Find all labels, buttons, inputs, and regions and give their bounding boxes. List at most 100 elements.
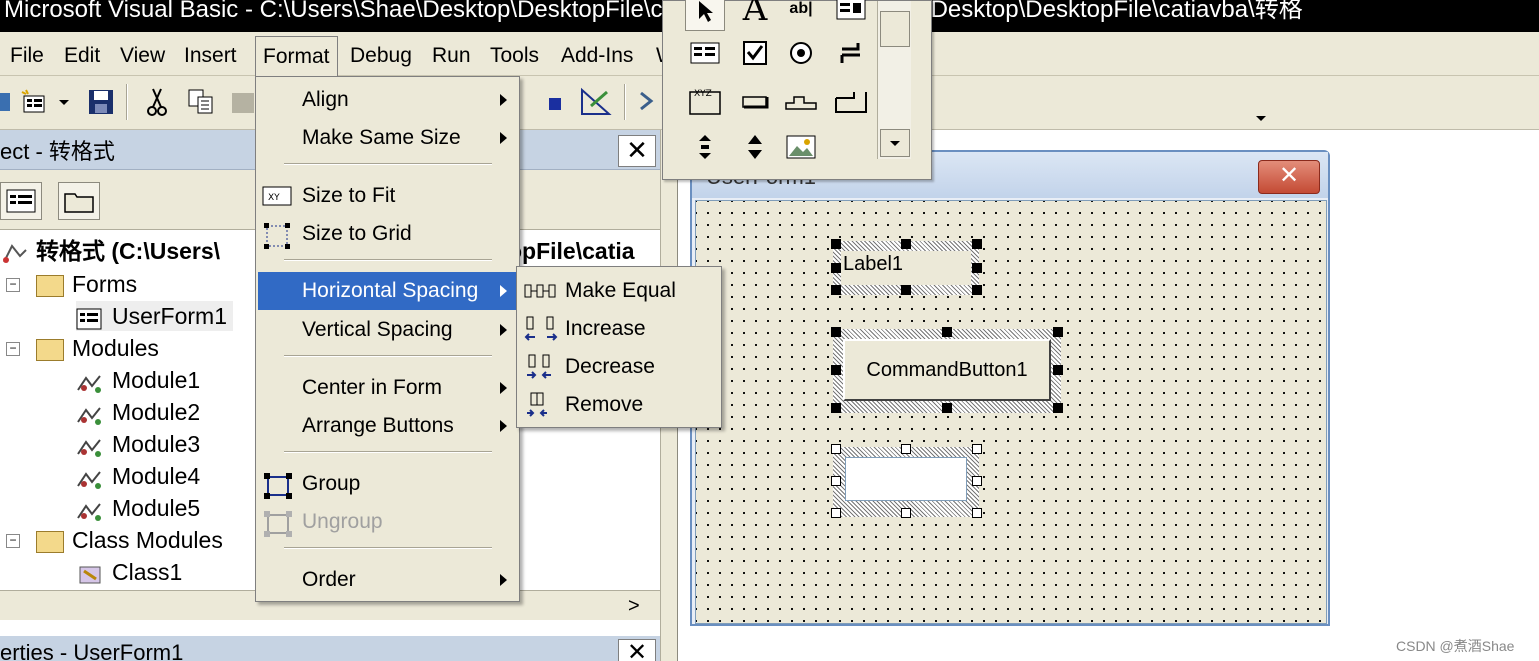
textbox-tool-icon[interactable]: ab| [781,0,821,29]
resize-handle[interactable] [1053,327,1063,337]
tree-item-module4[interactable]: Module4 [76,461,200,491]
toolbox-scrollbar[interactable] [877,1,911,159]
label1-control[interactable]: Label1 [841,251,971,285]
tree-folder-class-modules[interactable]: Class Modules [36,525,223,555]
toggle-folders-icon[interactable] [58,182,100,220]
label-tool-icon[interactable]: A [735,0,775,29]
close-properties-button[interactable]: ✕ [618,639,656,661]
scroll-right-icon[interactable]: > [628,595,640,618]
resize-handle[interactable] [942,327,952,337]
menu-file[interactable]: File [6,41,48,71]
menu-debug[interactable]: Debug [346,41,416,71]
view-object-icon[interactable] [0,182,42,220]
copy-icon[interactable] [186,86,216,118]
menu-item-vertical-spacing[interactable]: Vertical Spacing [258,311,517,349]
resize-handle[interactable] [901,239,911,249]
tree-item-module5[interactable]: Module5 [76,493,200,523]
commandbutton1-control[interactable]: CommandButton1 [843,339,1051,401]
close-project-explorer-button[interactable]: ✕ [618,135,656,167]
resize-handle[interactable] [972,508,982,518]
menu-item-size-to-fit[interactable]: XY Size to Fit [258,177,517,215]
resize-handle[interactable] [901,285,911,295]
image-tool-icon[interactable] [781,127,821,167]
spinbutton-tool-icon[interactable] [735,127,775,167]
togglebutton-tool-icon[interactable] [831,33,871,73]
expander-modules[interactable]: − [6,342,20,356]
menu-item-make-same-size[interactable]: Make Same Size [258,119,517,157]
menu-tools[interactable]: Tools [486,41,543,71]
resize-handle[interactable] [901,444,911,454]
userform-close-button[interactable]: ✕ [1258,160,1320,194]
menu-edit[interactable]: Edit [60,41,104,71]
resize-handle[interactable] [831,365,841,375]
resize-handle[interactable] [1053,403,1063,413]
tree-root[interactable]: 转格式 (C:\Users\ [0,236,220,266]
tree-item-class1[interactable]: Class1 [76,557,182,587]
resize-handle[interactable] [831,508,841,518]
menu-view[interactable]: View [116,41,169,71]
resize-handle[interactable] [831,239,841,249]
menu-add-ins[interactable]: Add-Ins [557,41,637,71]
menu-item-decrease[interactable]: Decrease [519,349,719,385]
checkbox-tool-icon[interactable] [735,33,775,73]
tree-item-module2[interactable]: Module2 [76,397,200,427]
menu-format[interactable]: Format [255,36,338,76]
resize-handle[interactable] [972,239,982,249]
menu-run[interactable]: Run [428,41,475,71]
listbox-tool-icon[interactable] [685,33,725,73]
menu-item-size-to-grid[interactable]: Size to Grid [258,215,517,253]
paste-icon[interactable] [228,86,258,118]
resize-handle[interactable] [831,444,841,454]
cut-icon[interactable] [142,86,172,118]
multipage-tool-icon[interactable] [831,81,871,121]
menu-item-increase[interactable]: Increase [519,311,719,347]
resize-handle[interactable] [831,285,841,295]
scroll-down-arrow-icon[interactable] [880,129,910,157]
expander-forms[interactable]: − [6,278,20,292]
tabstrip-tool-icon[interactable] [781,81,821,121]
tree-item-userform1[interactable]: UserForm1 [76,301,234,331]
reset-icon[interactable] [540,86,570,118]
dropdown-arrow-icon[interactable] [52,86,76,118]
userform-design-grid[interactable]: Label1 CommandButton1 [695,200,1327,624]
menu-item-horizontal-spacing[interactable]: Horizontal Spacing [258,272,517,310]
optionbutton-tool-icon[interactable] [781,33,821,73]
view-excel-icon[interactable] [0,86,20,118]
expander-class-modules[interactable]: − [6,534,20,548]
menu-item-center-in-form[interactable]: Center in Form [258,369,517,407]
resize-handle[interactable] [972,285,982,295]
combobox-tool-icon[interactable] [831,0,871,29]
menu-item-group[interactable]: Group [258,465,517,503]
insert-userform-icon[interactable] [20,86,48,118]
menu-insert[interactable]: Insert [180,41,241,71]
tree-item-module1[interactable]: Module1 [76,365,200,395]
save-icon[interactable] [86,86,116,118]
design-mode-icon[interactable] [578,86,614,118]
tree-folder-modules[interactable]: Modules [36,333,159,363]
menu-item-align[interactable]: Align [258,81,517,119]
resize-handle[interactable] [942,403,952,413]
menu-item-remove[interactable]: Remove [519,387,719,423]
menu-item-ungroup[interactable]: Ungroup [258,503,517,541]
menu-item-arrange-buttons[interactable]: Arrange Buttons [258,407,517,445]
tree-item-module3[interactable]: Module3 [76,429,200,459]
resize-handle[interactable] [972,444,982,454]
toolbox-scroll-thumb[interactable] [880,11,910,47]
resize-handle[interactable] [1053,365,1063,375]
resize-handle[interactable] [831,263,841,273]
scrollbar-tool-icon[interactable] [685,127,725,167]
menu-item-make-equal[interactable]: Make Equal [519,273,719,309]
resize-handle[interactable] [831,476,841,486]
resize-handle[interactable] [831,403,841,413]
commandbutton-tool-icon[interactable] [735,81,775,121]
resize-handle[interactable] [901,508,911,518]
tree-folder-forms[interactable]: Forms [36,269,137,299]
resize-handle[interactable] [831,327,841,337]
resize-handle[interactable] [972,476,982,486]
frame-tool-icon[interactable]: XYZ [685,81,725,121]
resize-handle[interactable] [972,263,982,273]
menu-item-order[interactable]: Order [258,561,517,599]
textbox1-control[interactable] [845,457,967,501]
userform-window[interactable]: UserForm1 ✕ Label1 CommandButton1 [690,150,1330,626]
pointer-tool-icon[interactable] [685,0,725,31]
